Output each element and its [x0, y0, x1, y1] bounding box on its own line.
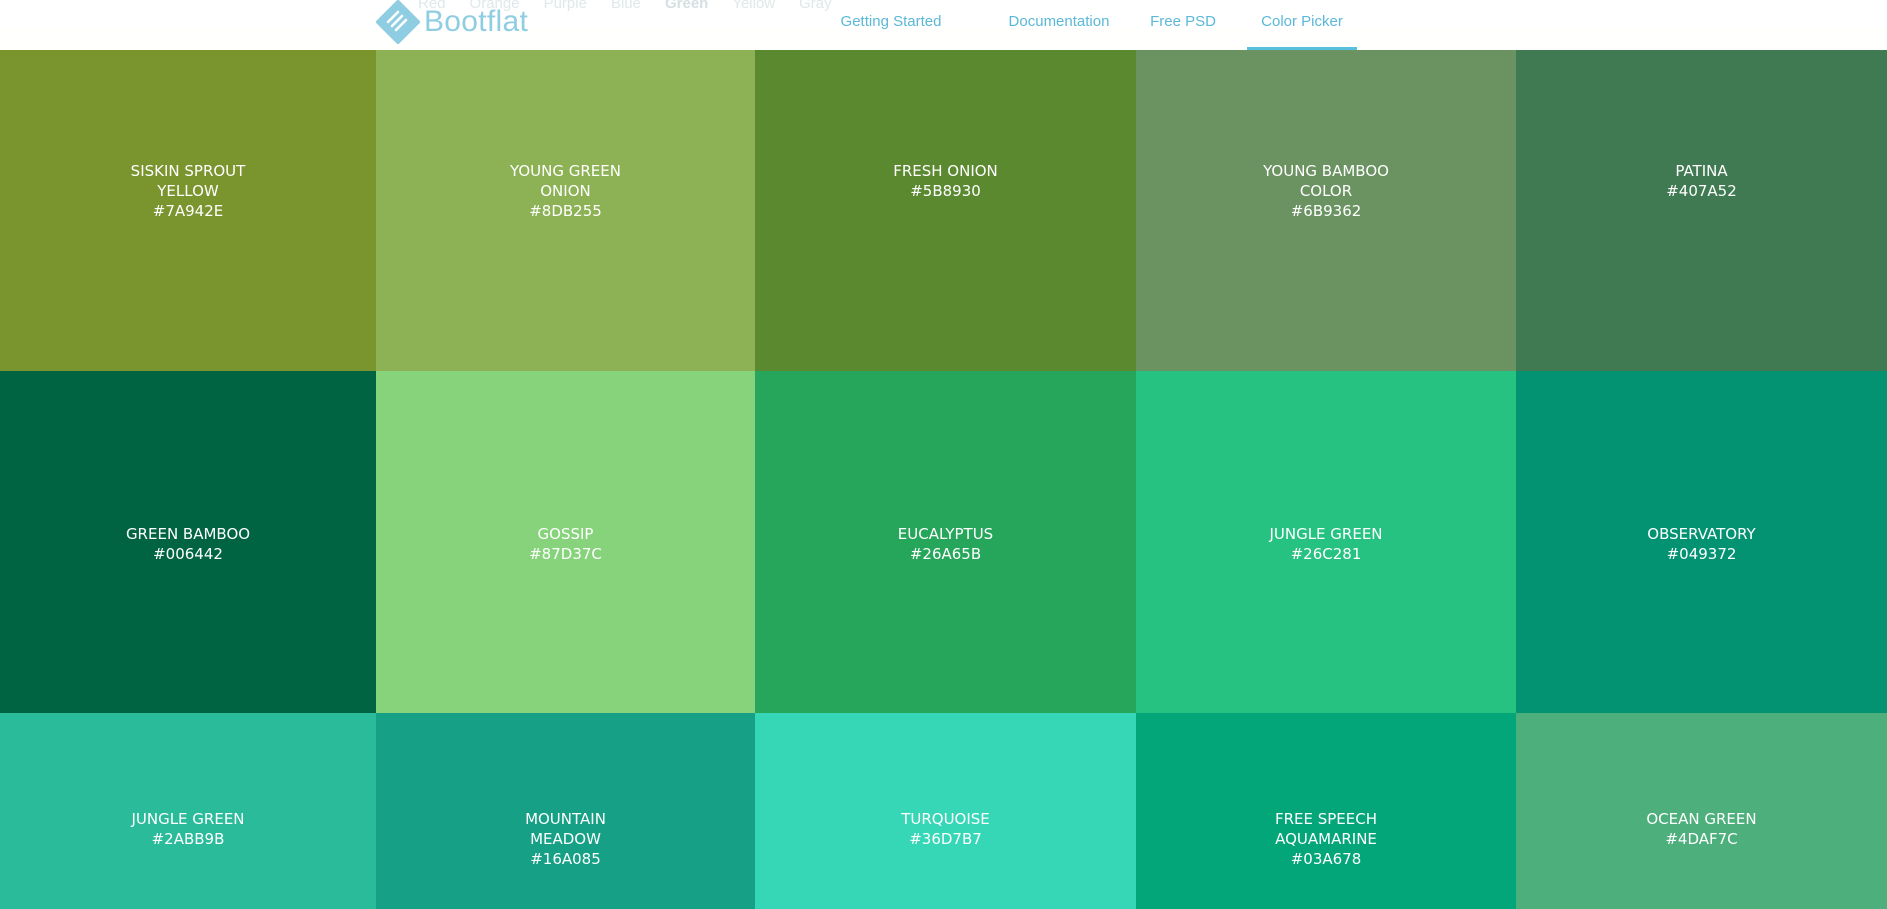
- swatch-label: OBSERVATORY #049372: [1516, 524, 1887, 564]
- swatch-hex: #03A678: [1290, 850, 1362, 868]
- nav-color-picker[interactable]: Color Picker: [1247, 0, 1357, 50]
- swatch-name: PATINA: [1675, 162, 1728, 180]
- swatch-label: JUNGLE GREEN #2ABB9B: [0, 809, 376, 849]
- swatch[interactable]: GOSSIP #87D37C: [376, 371, 755, 713]
- swatch-name: GOSSIP: [537, 525, 594, 543]
- swatch[interactable]: JUNGLE GREEN #26C281: [1136, 371, 1516, 713]
- swatch-hex: #36D7B7: [909, 830, 982, 848]
- swatch-label: PATINA #407A52: [1516, 161, 1887, 201]
- bootflat-logo-icon: [376, 0, 420, 44]
- swatch-hex: #006442: [153, 545, 223, 563]
- swatch-name: JUNGLE GREEN: [131, 810, 245, 828]
- filter-blue[interactable]: Blue: [611, 0, 641, 12]
- swatch-name: EUCALYPTUS: [897, 525, 994, 543]
- swatch-label: JUNGLE GREEN #26C281: [1136, 524, 1516, 564]
- swatch-label: TURQUOISE #36D7B7: [755, 809, 1136, 849]
- nav-getting-started[interactable]: Getting Started: [812, 0, 970, 47]
- swatch-name: OBSERVATORY: [1647, 525, 1756, 543]
- swatch-hex: #407A52: [1666, 182, 1737, 200]
- swatch-label: YOUNG BAMBOO COLOR #6B9362: [1136, 161, 1516, 221]
- swatch-name: MOUNTAIN MEADOW: [525, 810, 606, 848]
- filter-green[interactable]: Green: [665, 0, 708, 12]
- brand-name: Bootflat: [424, 5, 529, 38]
- swatch[interactable]: YOUNG BAMBOO COLOR #6B9362: [1136, 50, 1516, 371]
- swatch-hex: #7A942E: [152, 202, 224, 220]
- nav-free-psd[interactable]: Free PSD: [1133, 0, 1233, 47]
- swatch[interactable]: JUNGLE GREEN #2ABB9B: [0, 713, 376, 909]
- swatch[interactable]: GREEN BAMBOO #006442: [0, 371, 376, 713]
- swatch[interactable]: OCEAN GREEN #4DAF7C: [1516, 713, 1887, 909]
- swatch[interactable]: OBSERVATORY #049372: [1516, 371, 1887, 713]
- swatch-hex: #6B9362: [1290, 202, 1362, 220]
- filter-yellow[interactable]: Yellow: [732, 0, 775, 12]
- swatch-hex: #4DAF7C: [1665, 830, 1738, 848]
- swatch-hex: #5B8930: [910, 182, 981, 200]
- swatch-name: JUNGLE GREEN: [1269, 525, 1383, 543]
- swatch-hex: #049372: [1666, 545, 1737, 563]
- brand-link[interactable]: Bootflat: [376, 0, 528, 44]
- swatch-label: YOUNG GREEN ONION #8DB255: [376, 161, 755, 221]
- swatch[interactable]: PATINA #407A52: [1516, 50, 1887, 371]
- swatch-label: FRESH ONION #5B8930: [755, 161, 1136, 201]
- swatch-name: FREE SPEECH AQUAMARINE: [1274, 810, 1378, 848]
- swatch-hex: #16A085: [530, 850, 601, 868]
- swatch[interactable]: SISKIN SPROUT YELLOW #7A942E: [0, 50, 376, 371]
- swatch-label: FREE SPEECH AQUAMARINE #03A678: [1136, 809, 1516, 869]
- swatch-hex: #26C281: [1290, 545, 1362, 563]
- swatch-name: TURQUOISE: [901, 810, 990, 828]
- swatch-name: YOUNG BAMBOO COLOR: [1263, 162, 1389, 200]
- nav-documentation[interactable]: Documentation: [986, 0, 1132, 47]
- swatch-label: OCEAN GREEN #4DAF7C: [1516, 809, 1887, 849]
- swatch-hex: #2ABB9B: [151, 830, 225, 848]
- swatch-hex: #26A65B: [909, 545, 982, 563]
- swatch-hex: #8DB255: [529, 202, 602, 220]
- swatch-label: GREEN BAMBOO #006442: [0, 524, 376, 564]
- swatch-label: GOSSIP #87D37C: [376, 524, 755, 564]
- swatch-name: GREEN BAMBOO: [125, 525, 251, 543]
- color-swatch-grid: SISKIN SPROUT YELLOW #7A942E YOUNG GREEN…: [0, 50, 1887, 909]
- swatch[interactable]: TURQUOISE #36D7B7: [755, 713, 1136, 909]
- swatch-name: FRESH ONION: [893, 162, 998, 180]
- swatch-name: SISKIN SPROUT YELLOW: [130, 162, 246, 200]
- swatch[interactable]: EUCALYPTUS #26A65B: [755, 371, 1136, 713]
- swatch-label: EUCALYPTUS #26A65B: [755, 524, 1136, 564]
- swatch[interactable]: FRESH ONION #5B8930: [755, 50, 1136, 371]
- swatch-name: OCEAN GREEN: [1646, 810, 1757, 828]
- swatch-hex: #87D37C: [529, 545, 602, 563]
- filter-purple[interactable]: Purple: [544, 0, 587, 12]
- swatch-label: SISKIN SPROUT YELLOW #7A942E: [0, 161, 376, 221]
- swatch-name: YOUNG GREEN ONION: [510, 162, 621, 200]
- swatch-label: MOUNTAIN MEADOW #16A085: [376, 809, 755, 869]
- swatch[interactable]: MOUNTAIN MEADOW #16A085: [376, 713, 755, 909]
- swatch[interactable]: YOUNG GREEN ONION #8DB255: [376, 50, 755, 371]
- swatch[interactable]: FREE SPEECH AQUAMARINE #03A678: [1136, 713, 1516, 909]
